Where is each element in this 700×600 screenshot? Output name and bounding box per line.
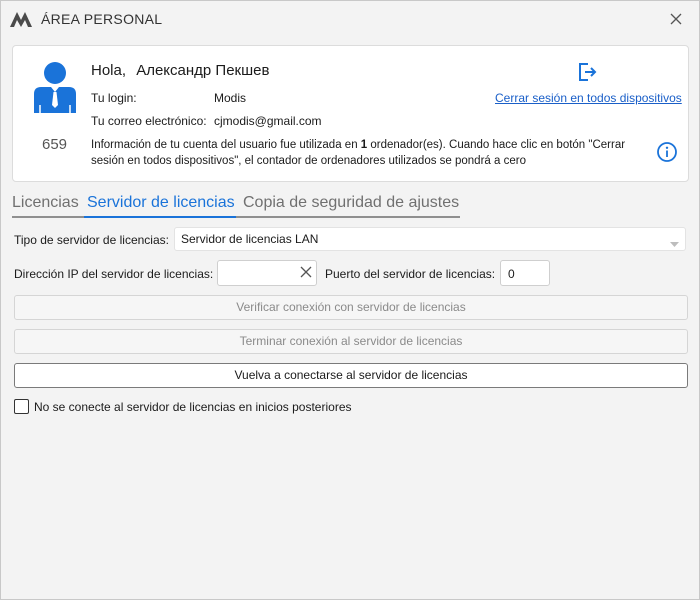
tab-licenses[interactable]: Licencias xyxy=(12,194,79,212)
tab-underline xyxy=(12,216,460,218)
logout-all-devices-link[interactable]: Cerrar sesión en todos dispositivos xyxy=(495,91,682,105)
no-connect-checkbox[interactable] xyxy=(14,399,29,414)
title-bar: ÁREA PERSONAL xyxy=(1,1,699,37)
tab-settings-backup[interactable]: Copia de seguridad de ajustes xyxy=(243,194,459,212)
port-input[interactable]: 0 xyxy=(500,260,550,286)
email-value: cjmodis@gmail.com xyxy=(214,114,322,128)
reconnect-button[interactable]: Vuelva a conectarse al servidor de licen… xyxy=(14,363,688,388)
server-type-select[interactable]: Servidor de licencias LAN xyxy=(174,227,686,251)
verify-connection-button[interactable]: Verificar conexión con servidor de licen… xyxy=(14,295,688,320)
device-code: 659 xyxy=(42,136,68,153)
window-title: ÁREA PERSONAL xyxy=(41,11,163,27)
port-value: 0 xyxy=(508,267,515,281)
close-icon[interactable] xyxy=(665,9,687,29)
info-text-start: Información de tu cuenta del usuario fue… xyxy=(91,139,361,151)
no-connect-label: No se conecte al servidor de licencias e… xyxy=(34,400,352,414)
user-avatar-icon xyxy=(32,61,78,118)
ip-label: Dirección IP del servidor de licencias: xyxy=(14,267,214,281)
greeting: Hola, Александр Пекшев xyxy=(91,62,269,79)
server-type-value: Servidor de licencias LAN xyxy=(181,232,319,246)
ip-address-input[interactable] xyxy=(217,260,317,286)
user-name: Александр Пекшев xyxy=(136,62,270,79)
app-logo-icon xyxy=(9,10,33,33)
personal-area-window: ÁREA PERSONAL 659 Hola, Александр Пекшев… xyxy=(0,0,700,600)
tab-license-server[interactable]: Servidor de licencias xyxy=(87,194,235,212)
port-label: Puerto del servidor de licencias: xyxy=(325,267,496,281)
clear-icon[interactable] xyxy=(300,266,312,281)
usage-info-text: Información de tu cuenta del usuario fue… xyxy=(91,137,651,169)
login-label: Tu login: xyxy=(91,91,137,105)
logout-icon[interactable] xyxy=(576,61,598,88)
email-label: Tu correo electrónico: xyxy=(91,114,207,128)
active-tab-indicator xyxy=(84,216,236,218)
terminate-connection-button[interactable]: Terminar conexión al servidor de licenci… xyxy=(14,329,688,354)
info-icon[interactable] xyxy=(656,141,678,168)
greeting-word: Hola, xyxy=(91,62,127,79)
server-type-label: Tipo de servidor de licencias: xyxy=(14,233,169,247)
login-value: Modis xyxy=(214,91,247,105)
user-info-card: 659 Hola, Александр Пекшев Tu login: Mod… xyxy=(12,45,689,182)
chevron-down-icon xyxy=(670,237,679,251)
